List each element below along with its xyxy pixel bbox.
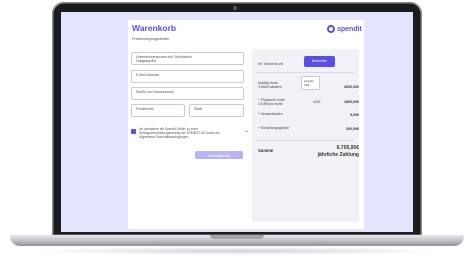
page-subtitle: Preisfestlegungsdetails bbox=[132, 37, 169, 41]
total-block: 6.705,00€ jährliche Zahlung bbox=[318, 145, 359, 158]
street-placeholder: Straße und Hausnummer bbox=[136, 90, 175, 94]
item-shipping-price: 5,00€ bbox=[350, 113, 359, 117]
company-name-field[interactable]: Unternehmensname inkl. Rechtsform Compan… bbox=[131, 52, 244, 65]
email-placeholder: E-Mail-Adresse bbox=[136, 73, 160, 77]
email-field[interactable]: E-Mail-Adresse bbox=[131, 70, 244, 83]
item-mobility-card-label: Mobility Karte 3.960/Guthaben bbox=[258, 81, 282, 90]
total-label: Summe bbox=[258, 148, 274, 153]
camera-icon bbox=[233, 6, 237, 10]
item-setup-fee-price: 300,00€ bbox=[346, 127, 359, 131]
cart-heading: Ihr Warenkorb bbox=[258, 61, 284, 66]
brand-logo: spendit bbox=[327, 25, 362, 33]
laptop-notch bbox=[210, 235, 264, 239]
item-shipping-label: + Versandkosten bbox=[258, 112, 283, 116]
brand-name: spendit bbox=[337, 25, 362, 33]
divider bbox=[256, 140, 355, 141]
chevron-down-icon[interactable]: ⌄ bbox=[244, 128, 249, 134]
zip-placeholder: Postleitzahl bbox=[136, 107, 154, 111]
total-value: 6.705,00€ bbox=[336, 145, 359, 151]
zip-field[interactable]: Postleitzahl bbox=[131, 104, 185, 117]
quantity-input[interactable]: Anzahl 150 bbox=[301, 76, 320, 90]
terms-text: Ich akzeptiere die Spendit GmbH zu einer… bbox=[139, 127, 220, 140]
cart-summary-panel bbox=[252, 49, 359, 222]
company-name-value: Company AG bbox=[136, 59, 157, 63]
item-physical-card-qty: x100 bbox=[313, 100, 321, 104]
item-setup-fee-label: + Einrichtungsgebühr bbox=[258, 126, 290, 130]
edit-cart-button[interactable]: Bearbeiten bbox=[304, 56, 335, 67]
page-title: Warenkorb bbox=[132, 23, 177, 33]
divider bbox=[256, 72, 355, 73]
street-field[interactable]: Straße und Hausnummer bbox=[131, 87, 244, 100]
item-physical-card-price: 1800,00€ bbox=[344, 100, 359, 104]
city-placeholder: Stadt bbox=[194, 107, 202, 111]
city-field[interactable]: Stadt bbox=[189, 104, 244, 117]
item-mobility-card-price: 3600,00€ bbox=[344, 85, 359, 89]
total-note: jährliche Zahlung bbox=[317, 151, 359, 158]
submit-order-button[interactable]: Kostenpflichtig bestellen bbox=[195, 151, 243, 166]
terms-checkbox[interactable] bbox=[131, 129, 136, 134]
quantity-value: 150 bbox=[304, 83, 310, 87]
laptop-shadow bbox=[30, 247, 444, 255]
spendit-logo-icon bbox=[327, 25, 335, 33]
item-physical-card-label: + Physische Karte 10,00€/pro Karte bbox=[258, 98, 285, 107]
